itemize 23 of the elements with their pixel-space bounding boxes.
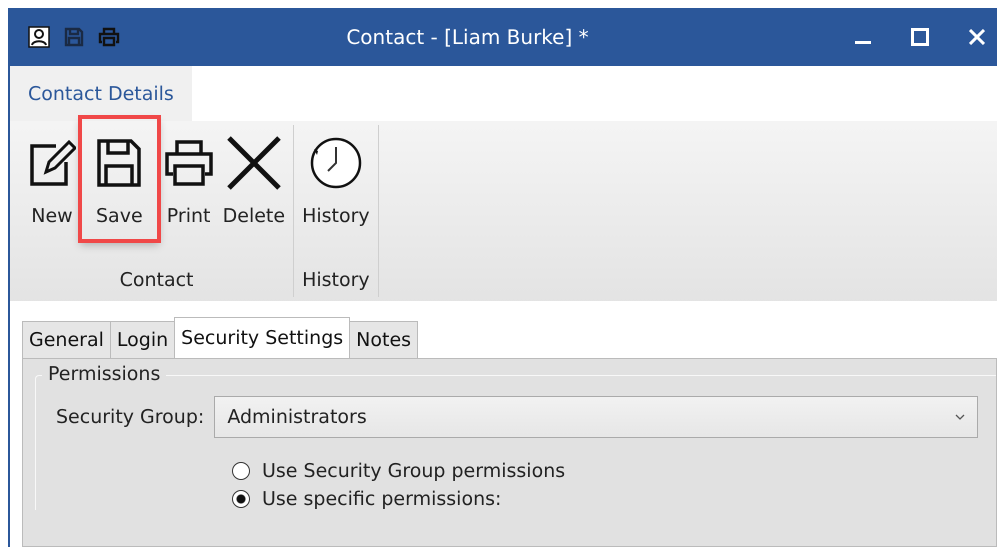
close-icon[interactable] [969,29,985,45]
window-title: Contact - [Liam Burke] * [345,25,590,49]
ribbon-tab[interactable]: Contact Details [10,66,192,121]
ribbon-button[interactable]: Delete [218,125,290,233]
delete-icon [226,135,282,191]
radio-label: Use specific permissions: [262,488,502,510]
group-label: Contact [120,269,194,291]
tab[interactable]: General [22,321,111,358]
ribbon-button[interactable]: Print [158,125,219,233]
field-label: Security Group: [56,406,204,428]
radio-label: Use Security Group permissions [262,460,566,482]
dropdown-field[interactable]: Administrators [214,396,978,438]
person-icon [28,26,50,48]
tab[interactable]: Login [110,321,176,358]
printer-icon[interactable] [98,27,120,47]
ribbon-button[interactable]: History [298,125,374,233]
tab[interactable]: Notes [349,321,418,358]
maximize-icon[interactable] [911,28,929,46]
group-label: History [302,269,370,291]
caret-icon [955,414,965,420]
radio-button[interactable] [232,462,250,480]
ribbon-button[interactable]: New [24,125,80,233]
radio-button[interactable] [232,490,250,508]
